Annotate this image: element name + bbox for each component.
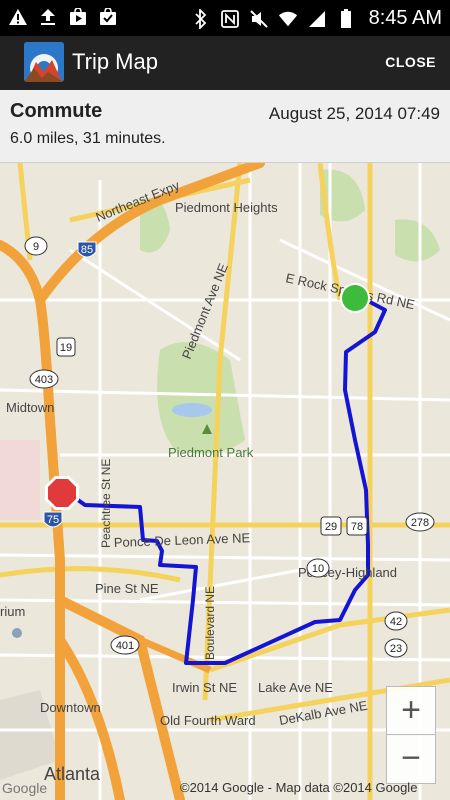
bluetooth-icon [191,8,211,29]
trip-stats: 6.0 miles, 31 minutes. [10,130,166,147]
mute-icon [249,9,269,29]
warning-icon [8,7,28,27]
map-canvas[interactable]: Northeast Expy Piedmont Heights Piedmont… [0,163,450,800]
poi-icon [12,628,22,638]
svg-text:10: 10 [312,563,324,575]
shopping-bag-icon [98,7,118,27]
route-shield-9: 9 [24,236,48,256]
route-shield-278: 278 [405,512,435,532]
map-view[interactable]: Northeast Expy Piedmont Heights Piedmont… [0,163,450,800]
map-label-pine: Pine St NE [95,581,159,596]
map-label-atlanta: Atlanta [44,764,101,784]
us-shield-78: 78 [346,516,368,536]
svg-text:75: 75 [47,514,59,526]
route-shield-401: 401 [110,635,140,655]
trip-name: Commute [10,100,103,122]
close-button[interactable]: CLOSE [385,54,436,70]
svg-text:85: 85 [81,244,93,256]
route-shield-42: 42 [384,611,408,631]
stop-marker-icon[interactable] [45,476,79,510]
map-label-peachtree: Peachtree St NE [99,459,113,548]
map-copyright: ©2014 Google - Map data ©2014 Google [180,780,418,795]
trip-date: August 25, 2014 07:49 [268,104,440,123]
park-area [395,219,440,262]
map-label-piedmont-park: Piedmont Park [168,445,254,460]
svg-text:401: 401 [116,640,134,652]
map-label-old-fourth-ward: Old Fourth Ward [160,713,256,728]
svg-text:403: 403 [35,374,53,386]
urban-area [0,440,40,520]
interstate-shield-75: 75 [43,511,63,528]
map-label-piedmont-heights: Piedmont Heights [175,200,278,215]
svg-text:9: 9 [33,241,39,253]
app-logo-icon [24,42,64,82]
svg-text:19: 19 [60,342,72,354]
lake [172,403,212,417]
svg-text:42: 42 [390,616,402,628]
clock: 8:45 AM [368,7,442,29]
map-label-rium: rium [0,604,25,619]
svg-text:23: 23 [390,643,402,655]
upload-icon [38,7,58,27]
battery-icon [336,8,356,29]
status-bar: 8:45 AM [0,0,450,36]
map-label-irwin: Irwin St NE [172,680,237,695]
trip-summary: Commute August 25, 2014 07:49 6.0 miles,… [0,90,450,163]
us-shield-19: 19 [56,337,76,357]
nfc-icon [220,9,240,29]
play-store-icon [68,7,88,27]
route-shield-403: 403 [29,369,59,389]
map-label-ponce: Ponce De Leon Ave NE [114,530,251,550]
piedmont-park-area [157,342,245,454]
route-shield-23: 23 [384,638,408,658]
zoom-in-button[interactable]: + [386,686,436,736]
map-label-midtown: Midtown [6,400,54,415]
page-title: Trip Map [72,49,158,74]
map-label-downtown: Downtown [40,700,101,715]
action-bar: Trip Map CLOSE [0,36,450,90]
interstate-shield-85: 85 [77,241,97,258]
svg-text:78: 78 [351,521,363,533]
route-shield-10: 10 [306,558,330,578]
zoom-out-button[interactable]: − [386,734,436,784]
svg-text:278: 278 [411,517,429,529]
svg-text:29: 29 [325,521,337,533]
wifi-icon [278,9,298,29]
google-logo: Google [2,780,47,796]
signal-icon [307,9,327,29]
us-shield-29: 29 [320,516,342,536]
start-marker-icon[interactable] [340,283,370,313]
map-label-lake-ave: Lake Ave NE [258,680,333,695]
map-label-boulevard: Boulevard NE [203,586,217,660]
